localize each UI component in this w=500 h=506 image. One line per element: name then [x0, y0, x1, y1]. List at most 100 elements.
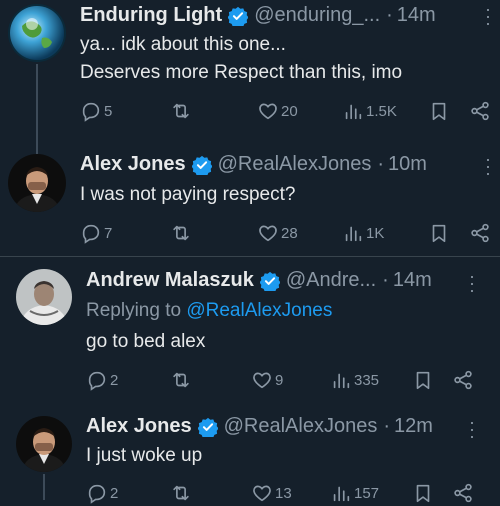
like-button[interactable]: 9	[251, 369, 283, 391]
retweet-icon	[173, 372, 189, 388]
author-name[interactable]: Enduring Light	[80, 4, 222, 27]
action-bar: 2 13 157	[86, 482, 500, 506]
reply-count: 2	[110, 484, 119, 502]
avatar-alex-jones[interactable]	[8, 154, 66, 212]
thread-line	[36, 64, 38, 150]
tweet-text-line-1: I was not paying respect?	[80, 184, 296, 205]
person-avatar-image	[8, 154, 66, 212]
tweet-header: Enduring Light @enduring_... · 14m	[80, 4, 436, 27]
reply-icon	[82, 224, 100, 244]
author-name[interactable]: Alex Jones	[86, 415, 192, 438]
views-icon	[345, 104, 362, 120]
retweet-icon	[173, 225, 189, 241]
like-button[interactable]: 13	[251, 482, 292, 504]
share-icon	[471, 223, 489, 243]
reply-count: 2	[110, 371, 119, 389]
author-handle[interactable]: @RealAlexJones	[224, 415, 378, 438]
share-button[interactable]	[452, 482, 474, 504]
share-button[interactable]	[469, 100, 491, 122]
separator-dot: ·	[382, 269, 389, 291]
reply-button[interactable]: 7	[80, 222, 112, 244]
views-count: 1K	[366, 224, 385, 242]
tweet-2[interactable]: Alex Jones @RealAlexJones · 10m · · · I wa…	[0, 150, 500, 256]
bookmark-icon	[432, 224, 446, 243]
author-name[interactable]: Alex Jones	[80, 153, 186, 176]
avatar-alex-jones[interactable]	[16, 416, 72, 472]
share-button[interactable]	[469, 222, 491, 244]
like-button[interactable]: 28	[257, 222, 298, 244]
timestamp[interactable]: 14m	[397, 4, 436, 27]
retweet-button[interactable]	[170, 369, 194, 391]
retweet-icon	[173, 485, 189, 501]
reply-count: 5	[104, 102, 113, 120]
reply-icon	[88, 371, 106, 391]
author-handle[interactable]: @enduring_...	[254, 4, 380, 27]
retweet-button[interactable]	[170, 482, 194, 504]
tweet-header: Alex Jones @RealAlexJones · 12m	[86, 415, 433, 438]
tweet-4[interactable]: Alex Jones @RealAlexJones · 12m · · · I ju…	[0, 400, 500, 504]
bookmark-button[interactable]	[428, 100, 450, 122]
bookmark-button[interactable]	[412, 369, 434, 391]
like-count: 9	[275, 371, 284, 389]
views-button[interactable]: 335	[330, 369, 379, 391]
timestamp[interactable]: 12m	[394, 415, 433, 438]
heart-icon	[259, 225, 277, 242]
author-handle[interactable]: @Andre...	[286, 269, 376, 292]
timestamp[interactable]: 14m	[393, 269, 432, 292]
bookmark-icon	[416, 484, 430, 503]
person-avatar-image	[16, 416, 72, 472]
replying-to-handle-link[interactable]: @RealAlexJones	[186, 300, 332, 321]
separator-dot: ·	[386, 4, 393, 26]
tweet-3[interactable]: Andrew Malaszuk @Andre... · 14m · · · Repl…	[0, 257, 500, 400]
more-icon[interactable]: · · ·	[467, 267, 477, 299]
heart-icon	[253, 372, 271, 389]
views-count: 1.5K	[366, 102, 397, 120]
timestamp[interactable]: 10m	[388, 153, 427, 176]
views-button[interactable]: 157	[330, 482, 379, 504]
reply-count: 7	[104, 224, 113, 242]
tweet-text-line-2: Deserves more Respect than this, imo	[80, 62, 403, 83]
like-button[interactable]: 20	[257, 100, 298, 122]
views-icon	[333, 486, 350, 502]
retweet-button[interactable]	[170, 222, 194, 244]
replying-to-label: Replying to	[86, 300, 182, 321]
reply-icon	[88, 484, 106, 504]
action-bar: 7 28 1K	[80, 222, 500, 246]
tweet-header: Alex Jones @RealAlexJones · 10m	[80, 153, 427, 176]
reply-button[interactable]: 5	[80, 100, 112, 122]
retweet-button[interactable]	[170, 100, 194, 122]
author-handle[interactable]: @RealAlexJones	[218, 153, 372, 176]
bookmark-button[interactable]	[412, 482, 434, 504]
views-button[interactable]: 1K	[342, 222, 384, 244]
views-button[interactable]: 1.5K	[342, 100, 397, 122]
tweet-1[interactable]: Enduring Light @enduring_... · 14m · · · y…	[0, 0, 500, 150]
like-count: 20	[281, 102, 298, 120]
avatar-andrew-malaszuk[interactable]	[16, 269, 72, 325]
thread-line	[36, 150, 38, 154]
more-icon[interactable]: · · ·	[483, 150, 493, 182]
tweet-text: ya... idk about this one... Deserves mor…	[80, 31, 402, 87]
share-button[interactable]	[452, 369, 474, 391]
avatar-enduring-light[interactable]	[8, 4, 66, 62]
tweet-text-line-1: go to bed alex	[86, 331, 206, 352]
replying-to: Replying to @RealAlexJones	[86, 297, 332, 325]
verified-badge-icon	[259, 271, 280, 291]
tweet-text: go to bed alex	[86, 328, 205, 356]
like-count: 13	[275, 484, 292, 502]
reply-icon	[82, 102, 100, 122]
more-icon[interactable]: · · ·	[467, 413, 477, 445]
reply-button[interactable]: 2	[86, 482, 118, 504]
views-icon	[333, 373, 350, 389]
action-bar: 2 9 335	[86, 369, 500, 393]
verified-badge-icon	[191, 155, 212, 175]
retweet-icon	[173, 103, 189, 119]
thread-line	[43, 474, 45, 500]
author-name[interactable]: Andrew Malaszuk	[86, 269, 254, 292]
reply-button[interactable]: 2	[86, 369, 118, 391]
tweet-text-line-1: ya... idk about this one...	[80, 34, 286, 55]
verified-badge-icon	[228, 6, 249, 26]
bookmark-button[interactable]	[428, 222, 450, 244]
more-icon[interactable]: · · ·	[483, 0, 493, 32]
tweet-header: Andrew Malaszuk @Andre... · 14m	[86, 269, 432, 292]
share-icon	[471, 101, 489, 121]
